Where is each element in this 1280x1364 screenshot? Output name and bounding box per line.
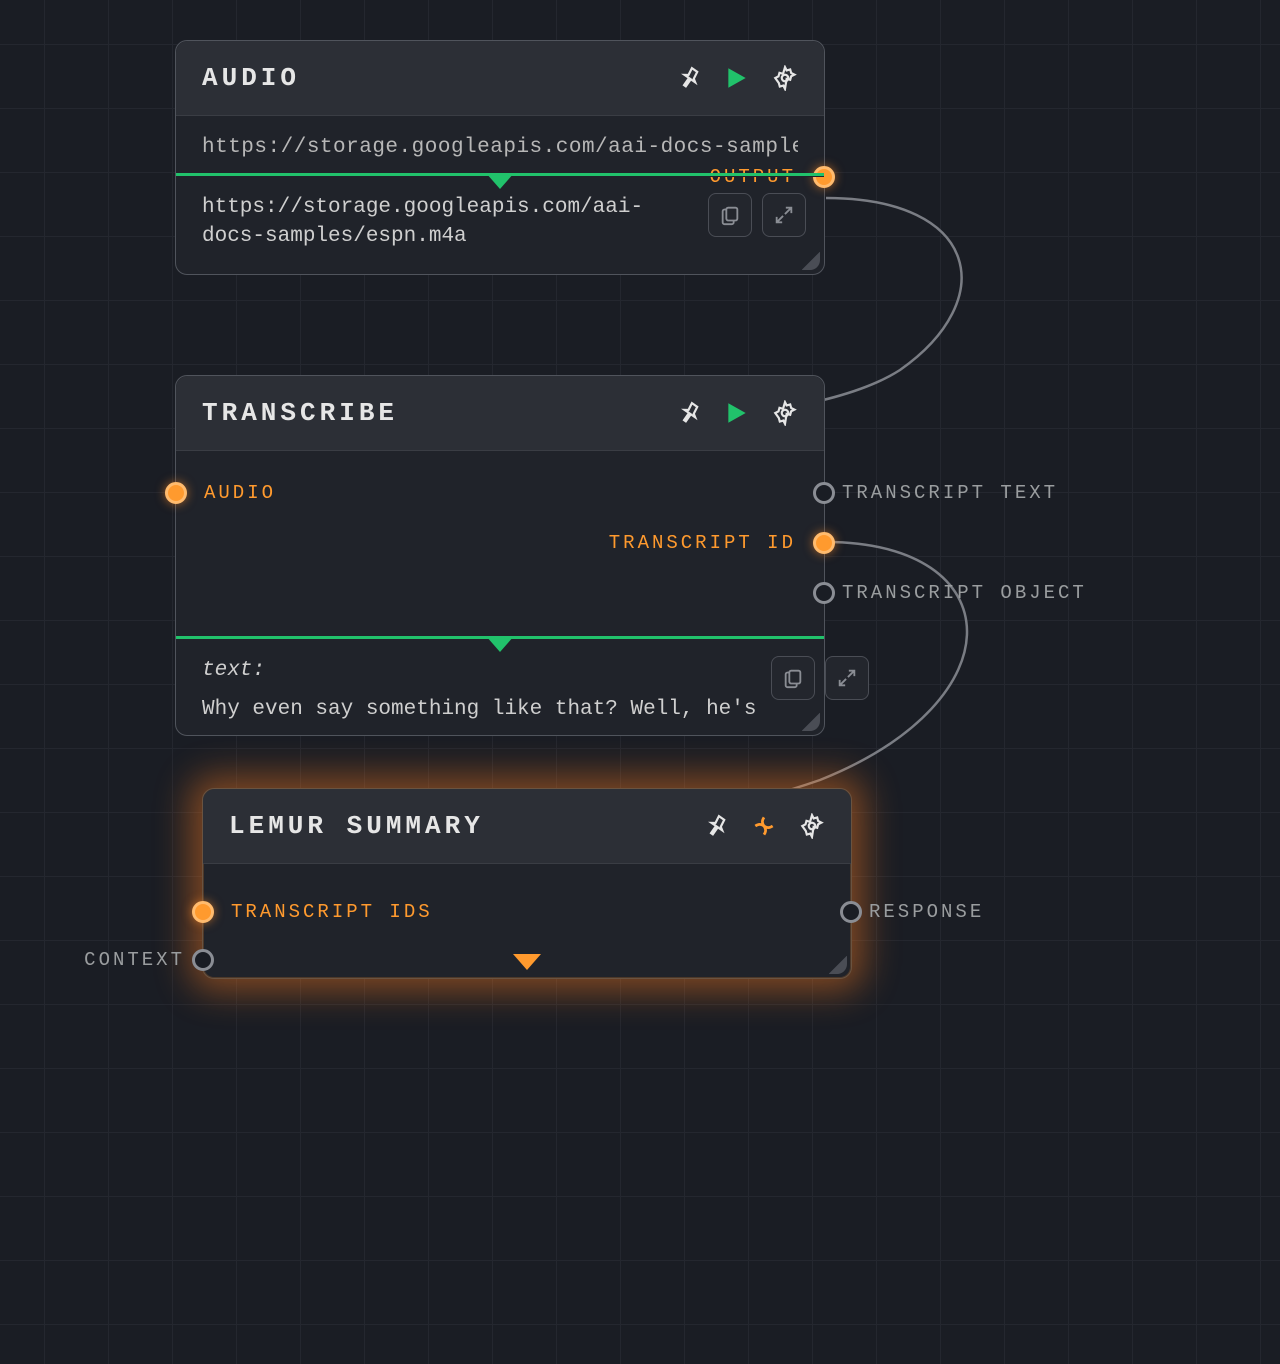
node-header[interactable]: AUDIO bbox=[176, 41, 824, 116]
node-audio[interactable]: AUDIO https://storage.googleapis.com/aai… bbox=[175, 40, 825, 275]
loading-icon[interactable] bbox=[751, 813, 777, 839]
copy-icon[interactable] bbox=[771, 656, 815, 700]
input-text: https://storage.googleapis.com/aai-docs-… bbox=[202, 136, 798, 159]
gear-icon[interactable] bbox=[772, 400, 798, 426]
result-preview: Why even say something like that? Well, … bbox=[202, 695, 757, 724]
node-title: LEMUR SUMMARY bbox=[229, 811, 484, 841]
node-lemur-summary[interactable]: LEMUR SUMMARY TRANSCRIPT IDS CONTEXT bbox=[202, 788, 852, 979]
port-label-transcript-ids: TRANSCRIPT IDS bbox=[203, 901, 433, 923]
node-input-area[interactable]: https://storage.googleapis.com/aai-docs-… bbox=[176, 116, 824, 173]
pin-icon[interactable] bbox=[703, 813, 729, 839]
expand-triangle-icon[interactable] bbox=[513, 954, 541, 970]
expand-icon[interactable] bbox=[825, 656, 869, 700]
copy-icon[interactable] bbox=[708, 193, 752, 237]
pin-icon[interactable] bbox=[676, 400, 702, 426]
run-icon[interactable] bbox=[724, 400, 750, 426]
node-header[interactable]: TRANSCRIBE bbox=[176, 376, 824, 451]
divider bbox=[176, 636, 824, 639]
port-label-transcript-id: TRANSCRIPT ID bbox=[609, 532, 824, 554]
gear-icon[interactable] bbox=[799, 813, 825, 839]
run-icon[interactable] bbox=[724, 65, 750, 91]
port-label-context: CONTEXT bbox=[84, 949, 203, 971]
port-label-transcript-object: TRANSCRIPT OBJECT bbox=[824, 582, 1087, 604]
node-title: TRANSCRIBE bbox=[202, 398, 398, 428]
expand-icon[interactable] bbox=[762, 193, 806, 237]
port-label-audio: AUDIO bbox=[176, 482, 276, 504]
node-title: AUDIO bbox=[202, 63, 300, 93]
node-body: AUDIO TRANSCRIPT TEXT TRANSCRIPT ID TRAN… bbox=[176, 451, 824, 636]
node-output-area: https://storage.googleapis.com/aai-docs-… bbox=[176, 177, 824, 274]
node-transcribe[interactable]: TRANSCRIBE AUDIO TRANSCRIPT TEXT TR bbox=[175, 375, 825, 736]
result-label: text: bbox=[202, 656, 757, 685]
pin-icon[interactable] bbox=[676, 65, 702, 91]
divider bbox=[176, 173, 824, 176]
port-label-transcript-text: TRANSCRIPT TEXT bbox=[824, 482, 1058, 504]
port-label-response: RESPONSE bbox=[851, 901, 984, 923]
output-text: https://storage.googleapis.com/aai-docs-… bbox=[202, 193, 694, 252]
node-header[interactable]: LEMUR SUMMARY bbox=[203, 789, 851, 864]
gear-icon[interactable] bbox=[772, 65, 798, 91]
node-body: TRANSCRIPT IDS CONTEXT RESPONSE bbox=[203, 864, 851, 978]
node-output-area: text: Why even say something like that? … bbox=[176, 640, 824, 735]
